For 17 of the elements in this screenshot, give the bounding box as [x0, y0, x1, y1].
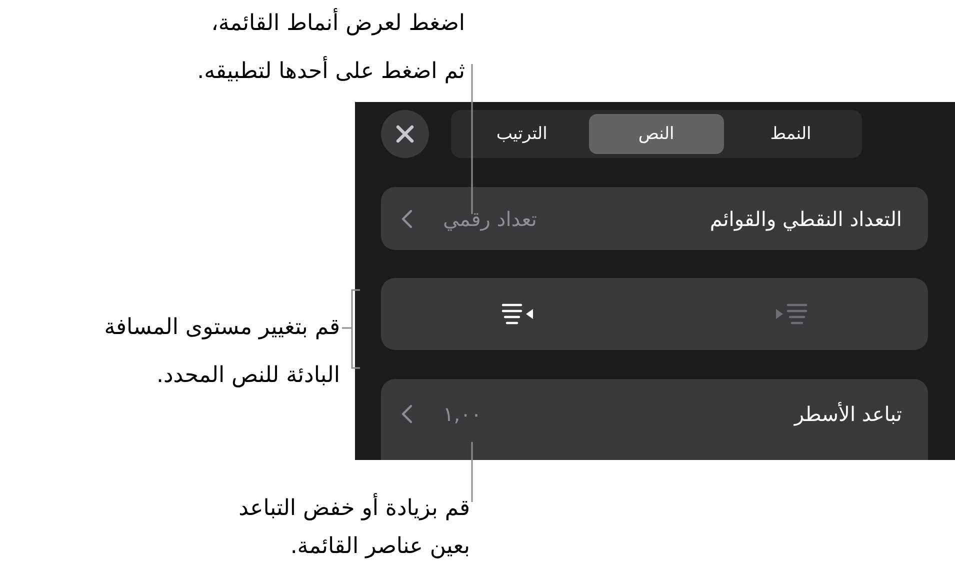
callout-text: قم بزيادة أو خفض التباعد بعين عناصر القائمة.: [238, 490, 470, 566]
list-style-row[interactable]: التعداد النقطي والقوائم تعداد رقمي: [381, 187, 928, 250]
tab[interactable]: النص: [589, 114, 724, 154]
row-label: تباعد الأسطر: [794, 402, 902, 426]
tab[interactable]: النمط: [724, 114, 858, 154]
callout-text: قم بتغيير مستوى المسافة البادئة للنص المحدد.: [104, 314, 340, 390]
tab[interactable]: الترتيب: [454, 114, 590, 154]
row-value: ١,٠٠: [443, 402, 482, 426]
leader-line: [471, 442, 473, 502]
line-spacing-row[interactable]: تباعد الأسطر ١,٠٠: [381, 378, 928, 460]
close-icon: [394, 124, 415, 144]
chevron-icon: [401, 208, 413, 229]
chevron-icon: [401, 404, 413, 424]
row-value: تعداد رقمي: [443, 206, 537, 231]
close-button[interactable]: [381, 110, 429, 158]
row-label: التعداد النقطي والقوائم: [710, 206, 902, 231]
callout-text: اضغط لعرض أنماط القائمة، ثم اضغط على أحدها لتطبيقه.: [197, 0, 465, 96]
